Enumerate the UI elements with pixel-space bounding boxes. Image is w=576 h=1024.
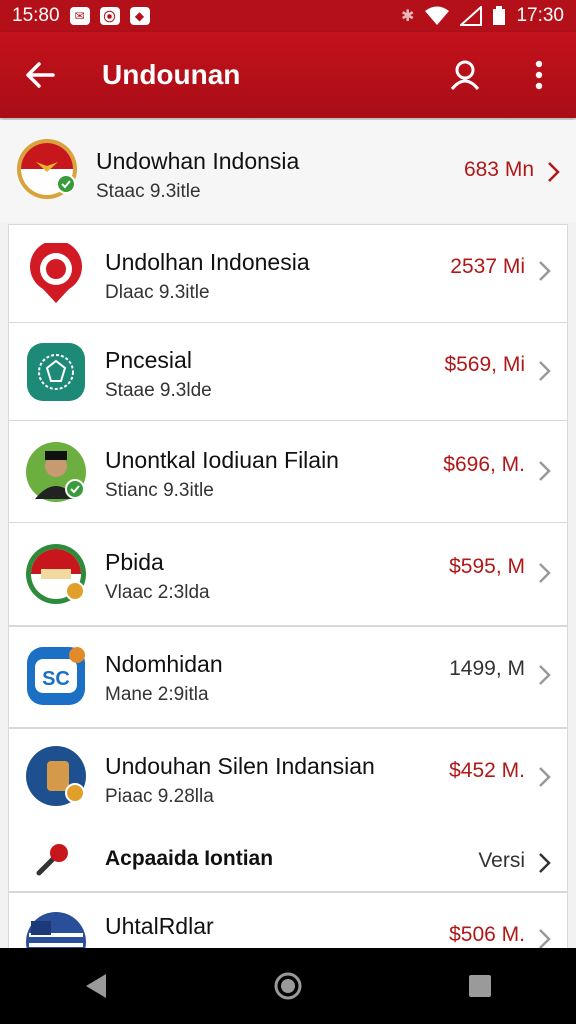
back-button[interactable]	[0, 32, 80, 118]
item-name: Ndomhidan	[105, 651, 223, 677]
list-item[interactable]: Unontkal Iodiuan Filain Stianc 9.3itle $…	[8, 420, 568, 524]
person-avatar-icon	[26, 442, 86, 502]
app-bar: Undounan	[0, 32, 576, 118]
item-price: $696, M.	[443, 453, 525, 476]
item-price: 683 Mn	[463, 158, 534, 181]
item-name: Undouhan Silen Indansian	[105, 753, 375, 779]
item-price: $506 M.	[449, 923, 525, 946]
item-subtitle: Dlaac 9.3itle	[105, 282, 210, 303]
item-name: Undolhan Indonesia	[105, 249, 310, 275]
notification-icon: ✉	[69, 7, 90, 25]
target-pin-icon	[30, 243, 82, 303]
list-item[interactable]: Undowhan Indonsia Staac 9.3itle 683 Mn	[0, 120, 576, 222]
item-subtitle: Stianc 9.3itle	[105, 480, 214, 501]
list-item[interactable]: Pbida Vlaac 2:3lda $595, M	[8, 522, 568, 626]
chevron-right-icon	[539, 665, 551, 685]
circle-home-icon	[274, 972, 302, 1000]
user-icon	[450, 60, 480, 90]
chevron-right-icon	[539, 361, 551, 381]
item-subtitle: Staac 9.3itle	[96, 181, 201, 202]
garuda-emblem-icon	[27, 343, 85, 401]
nav-recents-button[interactable]	[440, 956, 520, 1016]
item-price: 2537 Mi	[450, 255, 525, 278]
account-button[interactable]	[428, 32, 502, 118]
item-name: Acpaaida Iontian	[105, 847, 274, 870]
item-subtitle: Staae 9.3lde	[105, 380, 212, 401]
item-price: $569, Mi	[444, 353, 525, 376]
page-title: Undounan	[102, 59, 241, 90]
item-subtitle: Piaac 9.28lla	[105, 786, 214, 807]
flag-globe-icon	[26, 912, 86, 948]
nav-back-button[interactable]	[56, 956, 136, 1016]
triangle-back-icon	[86, 974, 106, 998]
battery-icon	[493, 6, 506, 25]
item-price: $595, M	[449, 555, 525, 578]
item-name: Pncesial	[105, 347, 192, 373]
arrow-left-icon	[26, 62, 55, 88]
chevron-right-icon	[548, 162, 560, 182]
item-name: Unontkal Iodiuan Filain	[105, 447, 339, 473]
status-bar: 15:80 ✉ ⦿ ◆ ✱ 17:30	[0, 0, 576, 32]
signal-icon	[460, 6, 483, 26]
more-vertical-icon	[535, 60, 543, 90]
item-name: Pbida	[105, 549, 164, 575]
svg-text:SC: SC	[42, 668, 70, 690]
shield-icon: ◆	[129, 7, 150, 25]
chevron-right-icon	[539, 261, 551, 281]
status-time: 15:80	[12, 5, 60, 26]
music-instrument-icon	[26, 746, 86, 806]
item-price: $452 M.	[449, 759, 525, 782]
item-subtitle: Mane 2:9itla	[105, 684, 209, 705]
list-item[interactable]: Undouhan Silen Indansian Piaac 9.28lla $…	[8, 728, 568, 892]
overflow-menu-button[interactable]	[502, 32, 576, 118]
system-nav-bar	[0, 948, 576, 1024]
wrench-icon	[36, 844, 68, 876]
nav-home-button[interactable]	[248, 956, 328, 1016]
flag-emblem-icon	[17, 139, 77, 199]
chevron-right-icon	[539, 929, 551, 948]
chevron-right-icon	[539, 853, 551, 873]
list-item[interactable]: UhtalRdlar $506 M.	[8, 892, 568, 948]
wifi-icon	[425, 6, 450, 25]
chevron-right-icon	[539, 461, 551, 481]
chevron-right-icon	[539, 563, 551, 583]
item-name: Undowhan Indonsia	[96, 148, 300, 174]
sc-logo-icon: SC	[27, 647, 85, 705]
item-subtitle: Vlaac 2:3lda	[105, 582, 210, 603]
bluetooth-icon: ✱	[401, 8, 415, 25]
app-list: Undowhan Indonsia Staac 9.3itle 683 Mn U…	[0, 120, 576, 948]
list-item[interactable]: Pncesial Staae 9.3lde $569, Mi	[8, 322, 568, 422]
item-name: UhtalRdlar	[105, 913, 214, 939]
notification-icon-2: ⦿	[99, 7, 120, 25]
item-price: 1499, M	[449, 657, 525, 680]
flag-badge-icon	[26, 544, 86, 604]
status-time-right: 17:30	[516, 5, 564, 26]
list-item[interactable]: Undolhan Indonesia Dlaac 9.3itle 2537 Mi	[8, 224, 568, 324]
version-label: Versi	[478, 849, 525, 872]
square-recents-icon	[469, 975, 491, 997]
chevron-right-icon	[539, 767, 551, 787]
list-item[interactable]: SC Ndomhidan Mane 2:9itla 1499, M	[8, 626, 568, 728]
